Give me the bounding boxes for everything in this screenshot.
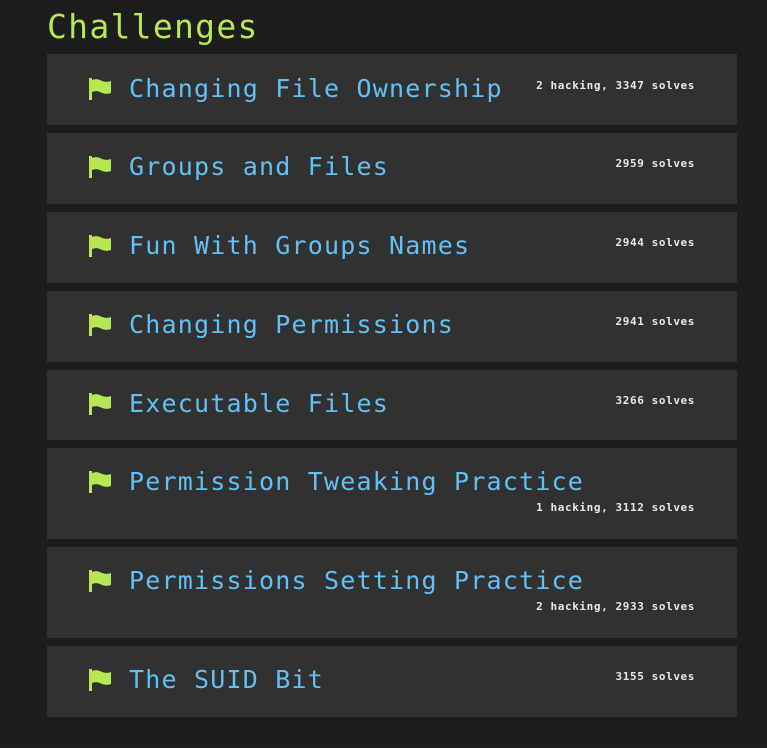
flag-icon <box>89 669 113 691</box>
flag-icon <box>89 314 113 336</box>
flag-icon <box>89 235 113 257</box>
solves-count: 2959 solves <box>615 157 695 170</box>
challenge-card-changing-permissions[interactable]: Changing Permissions 2941 solves <box>47 291 737 362</box>
solves-count: 2944 solves <box>615 236 695 249</box>
section-title: Challenges <box>47 7 259 46</box>
challenge-title: Fun With Groups Names <box>129 231 471 260</box>
flag-icon <box>89 471 113 493</box>
challenges-page: Challenges Changing File Ownership 2 hac… <box>0 0 767 748</box>
challenge-title: Groups and Files <box>129 152 390 181</box>
flag-icon <box>89 393 113 415</box>
challenge-title: Permissions Setting Practice <box>129 566 585 595</box>
challenge-card-changing-file-ownership[interactable]: Changing File Ownership 2 hacking, 3347 … <box>47 54 737 125</box>
challenge-card-permissions-setting-practice[interactable]: Permissions Setting Practice 2 hacking, … <box>47 547 737 638</box>
solves-count: 2 hacking, 3347 solves <box>536 79 695 92</box>
solves-count: 1 hacking, 3112 solves <box>536 501 695 514</box>
flag-icon <box>89 156 113 178</box>
challenge-card-executable-files[interactable]: Executable Files 3266 solves <box>47 370 737 440</box>
challenge-card-permission-tweaking-practice[interactable]: Permission Tweaking Practice 1 hacking, … <box>47 448 737 539</box>
challenge-title: Changing File Ownership <box>129 74 503 103</box>
challenge-title: Executable Files <box>129 389 390 418</box>
solves-count: 3155 solves <box>615 670 695 683</box>
solves-count: 3266 solves <box>615 394 695 407</box>
solves-count: 2941 solves <box>615 315 695 328</box>
flag-icon <box>89 78 113 100</box>
challenge-title: Permission Tweaking Practice <box>129 467 585 496</box>
challenge-title: The SUID Bit <box>129 665 325 694</box>
challenge-card-groups-and-files[interactable]: Groups and Files 2959 solves <box>47 133 737 204</box>
flag-icon <box>89 570 113 592</box>
solves-count: 2 hacking, 2933 solves <box>536 600 695 613</box>
challenge-card-fun-with-groups-names[interactable]: Fun With Groups Names 2944 solves <box>47 212 737 283</box>
challenge-title: Changing Permissions <box>129 310 455 339</box>
challenge-card-the-suid-bit[interactable]: The SUID Bit 3155 solves <box>47 646 737 717</box>
